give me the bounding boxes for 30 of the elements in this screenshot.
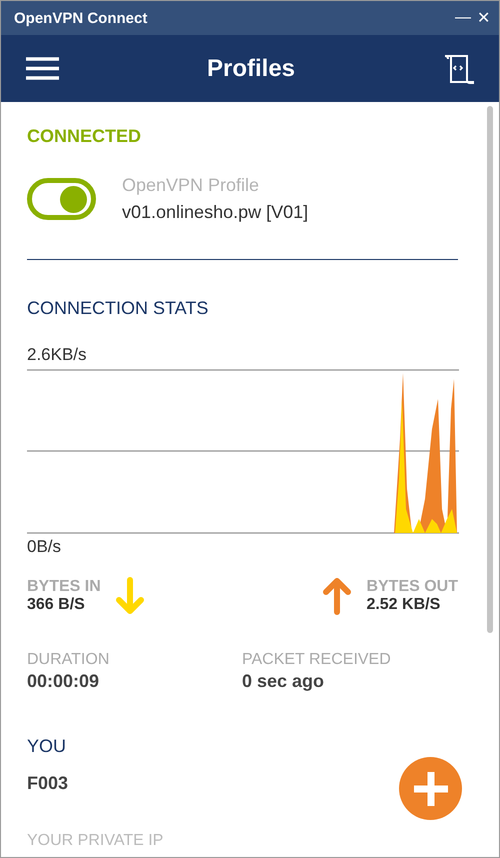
menu-icon xyxy=(26,57,59,80)
import-profile-button[interactable] xyxy=(443,54,475,84)
close-button[interactable]: ✕ xyxy=(474,8,493,28)
page-title: Profiles xyxy=(206,54,296,82)
user-name: F003 xyxy=(27,773,68,794)
private-ip-label: YOUR PRIVATE IP xyxy=(27,832,164,850)
rate-label: BYTES IN xyxy=(27,578,101,596)
section-title: CONNECTION STATS xyxy=(27,298,208,319)
profile-name: v01.onlinesho.pw [V01] xyxy=(122,202,308,223)
rate-label: BYTES OUT xyxy=(366,578,458,596)
menu-button[interactable] xyxy=(26,57,59,80)
connection-status: CONNECTED xyxy=(27,126,142,147)
plus-icon xyxy=(414,772,448,806)
stat-label: DURATION xyxy=(27,651,110,669)
scrollbar[interactable] xyxy=(487,106,493,633)
stat-value: 00:00:09 xyxy=(27,671,100,692)
rate-value: 2.52 KB/S xyxy=(366,596,442,614)
minimize-button[interactable]: — xyxy=(452,9,474,27)
stat-value: 0 sec ago xyxy=(242,671,326,692)
window-title: OpenVPN Connect xyxy=(14,10,148,26)
axis-label: 0B/s xyxy=(27,537,62,557)
axis-label: 2.6KB/s xyxy=(27,345,87,365)
down-arrow-icon xyxy=(114,577,145,615)
scroll-code-icon xyxy=(443,54,475,84)
section-title: YOU xyxy=(27,736,66,757)
profile-label: OpenVPN Profile xyxy=(122,175,260,196)
stat-label: PACKET RECEIVED xyxy=(242,651,392,669)
rate-value: 366 B/S xyxy=(27,596,86,614)
connection-toggle[interactable] xyxy=(27,178,96,220)
up-arrow-icon xyxy=(322,577,352,615)
